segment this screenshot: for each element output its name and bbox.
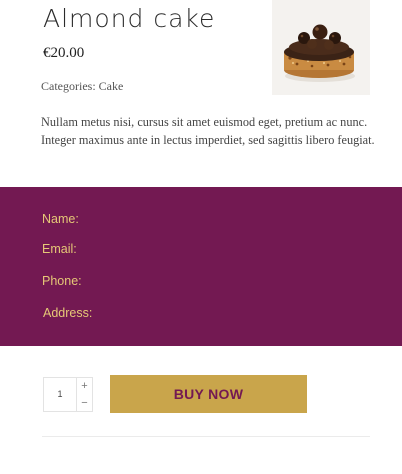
quantity-decrement-button[interactable]: − — [77, 395, 92, 411]
buy-now-button[interactable]: BUY NOW — [110, 375, 307, 413]
quantity-stepper: 1 + − — [43, 377, 93, 412]
quantity-input[interactable]: 1 — [44, 378, 76, 411]
quantity-increment-button[interactable]: + — [77, 378, 92, 394]
order-form: Name: Email: Phone: Address: — [0, 187, 402, 346]
name-label: Name: — [42, 212, 79, 226]
product-price: €20.00 — [43, 45, 85, 61]
divider — [42, 436, 370, 437]
product-title: Almond cake — [43, 4, 216, 33]
product-categories: Categories: Cake — [41, 79, 124, 93]
product-image — [272, 0, 370, 95]
product-description: Nullam metus nisi, cursus sit amet euism… — [41, 115, 375, 147]
address-label: Address: — [43, 306, 93, 320]
email-label: Email: — [42, 242, 77, 256]
cake-illustration — [272, 0, 370, 95]
phone-label: Phone: — [42, 274, 82, 288]
